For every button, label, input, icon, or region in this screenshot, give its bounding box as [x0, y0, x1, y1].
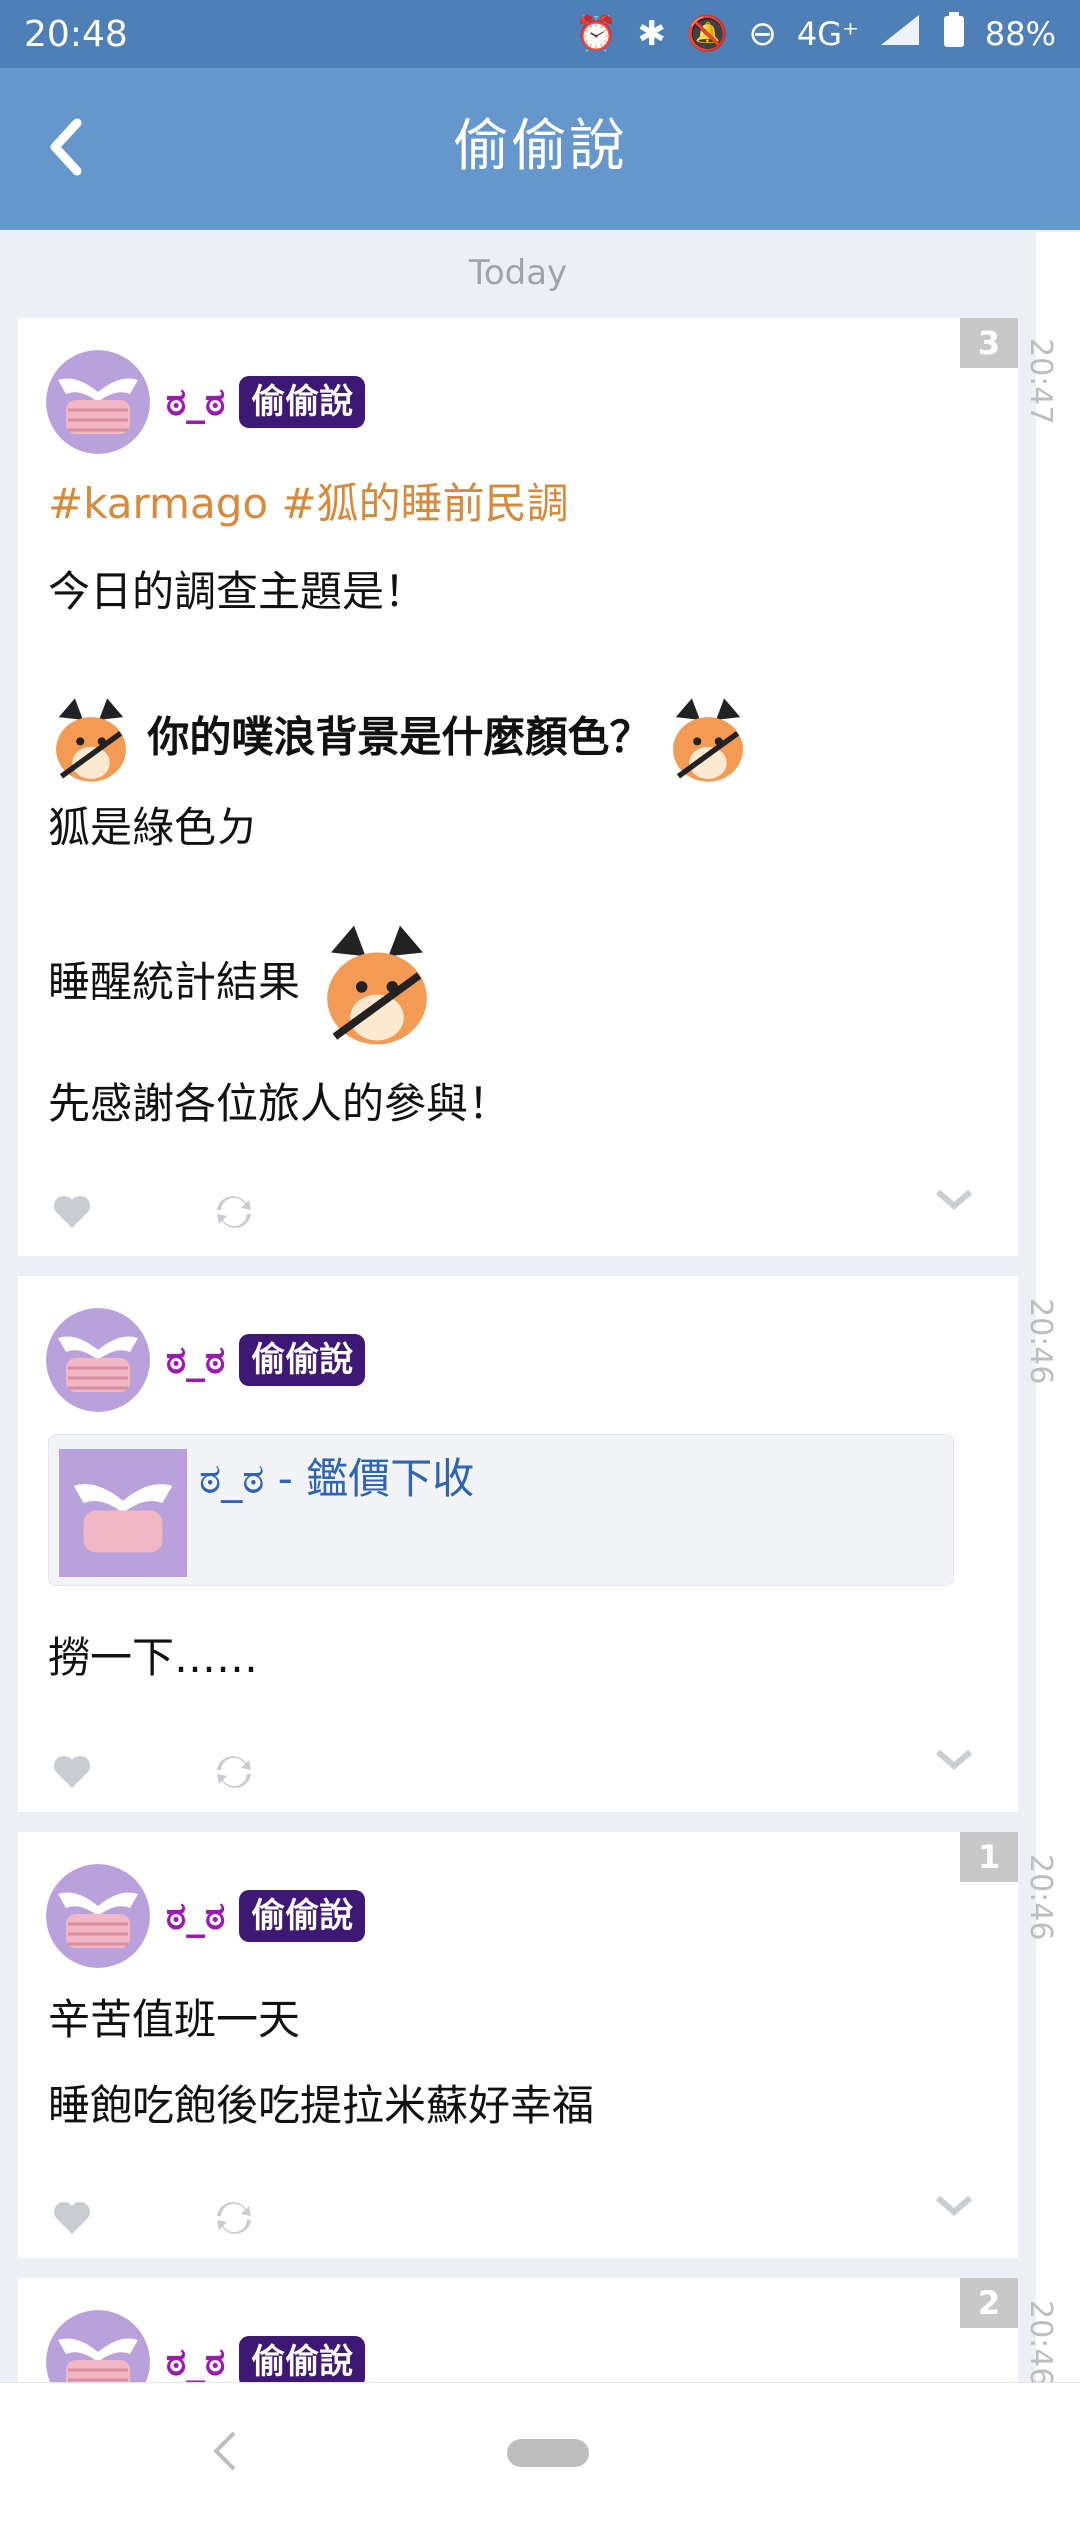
qualifier-tag: 偷偷說: [239, 1890, 366, 1942]
post-header: ಠ_ಠ 偷偷說: [46, 350, 366, 454]
post-time: 20:46: [1023, 1298, 1058, 1385]
username[interactable]: ಠ_ಠ: [166, 2340, 225, 2383]
response-count-badge: 3: [960, 318, 1018, 368]
signal-icon: [879, 13, 923, 56]
avatar[interactable]: [46, 350, 150, 454]
network-type: 4G⁺: [796, 15, 859, 53]
post-time: 20:46: [1023, 2300, 1058, 2387]
post-card[interactable]: 2 ಠ_ಠ 偷偷說: [18, 2278, 1018, 2382]
chevron-down-icon[interactable]: [934, 1188, 974, 1212]
post-text-line: 今日的調查主題是！: [48, 567, 427, 616]
post-actions: [46, 1746, 260, 1798]
post-header: ಠ_ಠ 偷偷說: [46, 1864, 366, 1968]
post-text-line: 狐是綠色ㄉ: [48, 803, 259, 852]
like-button[interactable]: [46, 2192, 98, 2244]
qualifier-tag: 偷偷說: [239, 2336, 366, 2382]
status-icons: ⏰ ✱ 🔕 ⊖ 4G⁺ 88%: [575, 11, 1056, 57]
link-preview[interactable]: ಠ_ಠ - 鑑價下收: [48, 1434, 954, 1586]
post-text-line: 睡飽吃飽後吃提拉米蘇好幸福: [48, 2081, 595, 2130]
nav-home-pill[interactable]: [507, 2439, 589, 2467]
qualifier-tag: 偷偷說: [239, 376, 366, 428]
replurk-button[interactable]: [208, 1746, 260, 1798]
post-actions: [46, 1186, 260, 1238]
nav-back-icon[interactable]: [210, 2429, 240, 2473]
chevron-down-icon[interactable]: [934, 2194, 974, 2218]
app-bar: 偷偷說: [0, 68, 1080, 230]
response-count-badge: 2: [960, 2278, 1018, 2328]
post-header: ಠ_ಠ 偷偷說: [46, 2310, 366, 2383]
like-button[interactable]: [46, 1186, 98, 1238]
replurk-button[interactable]: [208, 2192, 260, 2244]
date-divider: Today: [468, 253, 568, 293]
post-time: 20:47: [1023, 338, 1058, 425]
do-not-disturb-icon: ⊖: [748, 14, 777, 54]
hashtags[interactable]: #karmago #狐的睡前民調: [48, 476, 569, 532]
post-text-line: 撈一下……: [48, 1633, 259, 1682]
survey-question: 你的噗浪背景是什麼顏色？: [147, 712, 652, 762]
post-text-line: 睡醒統計結果: [48, 918, 441, 1052]
page-title: 偷偷說: [453, 114, 627, 179]
avatar[interactable]: [46, 1864, 150, 1968]
fox-sticker-icon: [313, 918, 441, 1052]
heart-icon: [54, 1756, 90, 1788]
post-card[interactable]: 1 ಠ_ಠ 偷偷說 辛苦值班一天 睡飽吃飽後吃提拉米蘇好幸福: [18, 1832, 1018, 2258]
username[interactable]: ಠ_ಠ: [166, 1338, 225, 1383]
post-card[interactable]: ಠ_ಠ 偷偷說 ಠ_ಠ - 鑑價下收 撈一下……: [18, 1276, 1018, 1812]
system-nav-bar: [0, 2382, 1080, 2521]
avatar[interactable]: [46, 1308, 150, 1412]
link-title[interactable]: ಠ_ಠ - 鑑價下收: [199, 1445, 474, 1506]
replurk-button[interactable]: [208, 1186, 260, 1238]
replurk-icon: [217, 2202, 251, 2234]
post-actions: [46, 2192, 260, 2244]
heart-icon: [54, 2202, 90, 2234]
status-bar: 20:48 ⏰ ✱ 🔕 ⊖ 4G⁺ 88%: [0, 0, 1080, 68]
username[interactable]: ಠ_ಠ: [166, 380, 225, 425]
post-card[interactable]: 3 ಠ_ಠ 偷偷說 #karmago #狐的睡前民調 今日的調查主題是！ 你的噗…: [18, 318, 1018, 1256]
battery-percent: 88%: [984, 15, 1056, 53]
post-time: 20:46: [1023, 1854, 1058, 1941]
replurk-icon: [217, 1756, 251, 1788]
notifications-off-icon: 🔕: [685, 14, 729, 54]
replurk-icon: [217, 1196, 251, 1228]
post-text-line: 辛苦值班一天: [48, 1995, 301, 2044]
chevron-down-icon[interactable]: [934, 1748, 974, 1772]
fox-sticker-icon: [665, 688, 751, 792]
username[interactable]: ಠ_ಠ: [166, 1894, 225, 1939]
like-button[interactable]: [46, 1746, 98, 1798]
link-thumbnail: [59, 1449, 187, 1577]
alarm-icon: ⏰: [575, 14, 618, 54]
post-text: 睡醒統計結果: [48, 957, 301, 1007]
response-count-badge: 1: [960, 1832, 1018, 1882]
status-time: 20:48: [24, 13, 128, 55]
post-header: ಠ_ಠ 偷偷說: [46, 1308, 366, 1412]
heart-icon: [54, 1196, 90, 1228]
post-text-line: 你的噗浪背景是什麼顏色？: [48, 688, 751, 792]
bluetooth-icon: ✱: [637, 14, 666, 54]
fox-sticker-icon: [48, 688, 134, 792]
avatar[interactable]: [46, 2310, 150, 2382]
qualifier-tag: 偷偷說: [239, 1334, 366, 1386]
post-text-line: 先感謝各位旅人的參與！: [48, 1079, 511, 1128]
battery-icon: [943, 11, 965, 57]
